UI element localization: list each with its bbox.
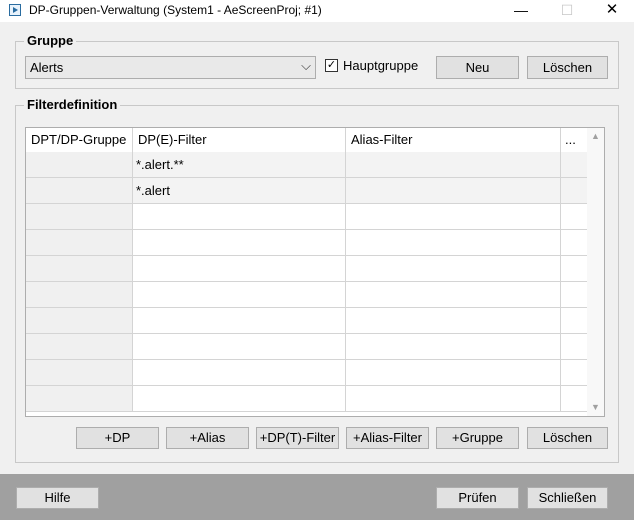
add-dpt-filter-button[interactable]: +DP(T)-Filter (256, 427, 339, 449)
table-row[interactable]: *.alert (26, 178, 587, 204)
column-header-alias-filter[interactable]: Alias-Filter (346, 128, 561, 152)
cell-more[interactable] (561, 360, 587, 385)
cell-alias-filter[interactable] (346, 152, 561, 177)
cell-dpe-filter[interactable] (133, 308, 346, 333)
cell-dpt-dp-gruppe[interactable] (26, 360, 133, 385)
cell-more[interactable] (561, 308, 587, 333)
scroll-down-icon[interactable]: ▼ (587, 399, 604, 416)
table-row[interactable] (26, 334, 587, 360)
hauptgruppe-checkbox[interactable]: ✓ (325, 59, 338, 72)
cell-dpe-filter[interactable]: *.alert.** (133, 152, 346, 177)
add-gruppe-button[interactable]: +Gruppe (436, 427, 519, 449)
cell-dpe-filter[interactable]: *.alert (133, 178, 346, 203)
pruefen-button[interactable]: Prüfen (436, 487, 519, 509)
cell-dpe-filter[interactable] (133, 360, 346, 385)
cell-alias-filter[interactable] (346, 386, 561, 411)
cell-dpe-filter[interactable] (133, 230, 346, 255)
cell-more[interactable] (561, 386, 587, 411)
cell-dpt-dp-gruppe[interactable] (26, 256, 133, 281)
column-header-dpt-dp-gruppe[interactable]: DPT/DP-Gruppe (26, 128, 133, 152)
scroll-up-icon[interactable]: ▲ (587, 128, 604, 145)
cell-dpt-dp-gruppe[interactable] (26, 204, 133, 229)
cell-dpe-filter[interactable] (133, 204, 346, 229)
cell-dpt-dp-gruppe[interactable] (26, 152, 133, 177)
cell-dpe-filter[interactable] (133, 256, 346, 281)
chevron-down-icon[interactable]: ⌵ (301, 58, 311, 74)
cell-more[interactable] (561, 230, 587, 255)
cell-dpt-dp-gruppe[interactable] (26, 308, 133, 333)
table-header: DPT/DP-Gruppe DP(E)-Filter Alias-Filter … (26, 128, 587, 153)
filter-table[interactable]: DPT/DP-Gruppe DP(E)-Filter Alias-Filter … (25, 127, 605, 417)
neu-button[interactable]: Neu (436, 56, 519, 79)
table-row[interactable] (26, 360, 587, 386)
app-icon (9, 4, 21, 16)
cell-dpe-filter[interactable] (133, 282, 346, 307)
table-row[interactable]: *.alert.** (26, 152, 587, 178)
cell-more[interactable] (561, 204, 587, 229)
table-row[interactable] (26, 308, 587, 334)
table-row[interactable] (26, 282, 587, 308)
cell-more[interactable] (561, 282, 587, 307)
window-title: DP-Gruppen-Verwaltung (System1 - AeScree… (29, 3, 322, 17)
schliessen-button[interactable]: Schließen (527, 487, 608, 509)
cell-dpt-dp-gruppe[interactable] (26, 230, 133, 255)
vertical-scrollbar[interactable]: ▲ ▼ (587, 128, 604, 416)
cell-alias-filter[interactable] (346, 256, 561, 281)
hilfe-button[interactable]: Hilfe (16, 487, 99, 509)
cell-alias-filter[interactable] (346, 308, 561, 333)
minimize-button[interactable]: — (498, 0, 544, 22)
maximize-button[interactable]: ☐ (544, 0, 590, 22)
cell-more[interactable] (561, 178, 587, 203)
table-row[interactable] (26, 256, 587, 282)
add-alias-button[interactable]: +Alias (166, 427, 249, 449)
hauptgruppe-label: Hauptgruppe (343, 58, 419, 73)
cell-alias-filter[interactable] (346, 230, 561, 255)
cell-dpe-filter[interactable] (133, 334, 346, 359)
table-row[interactable] (26, 230, 587, 256)
cell-more[interactable] (561, 334, 587, 359)
table-row[interactable] (26, 204, 587, 230)
cell-more[interactable] (561, 152, 587, 177)
footer-bar: Hilfe Prüfen Schließen (0, 474, 634, 520)
cell-dpe-filter[interactable] (133, 386, 346, 411)
column-header-more[interactable]: ... (561, 128, 587, 152)
cell-alias-filter[interactable] (346, 334, 561, 359)
close-button[interactable]: ✕ (589, 0, 634, 22)
cell-alias-filter[interactable] (346, 178, 561, 203)
column-header-dpe-filter[interactable]: DP(E)-Filter (133, 128, 346, 152)
cell-dpt-dp-gruppe[interactable] (26, 282, 133, 307)
cell-alias-filter[interactable] (346, 360, 561, 385)
gruppe-loeschen-button[interactable]: Löschen (527, 56, 608, 79)
cell-alias-filter[interactable] (346, 282, 561, 307)
gruppe-selected-value: Alerts (30, 60, 64, 75)
dialog-client-area: Gruppe Alerts ⌵ ✓ Hauptgruppe Neu Lösche… (0, 22, 634, 474)
filterdefinition-legend: Filterdefinition (24, 97, 121, 112)
cell-more[interactable] (561, 256, 587, 281)
add-dp-button[interactable]: +DP (76, 427, 159, 449)
cell-alias-filter[interactable] (346, 204, 561, 229)
cell-dpt-dp-gruppe[interactable] (26, 178, 133, 203)
gruppe-combobox[interactable]: Alerts ⌵ (25, 56, 316, 79)
title-bar: DP-Gruppen-Verwaltung (System1 - AeScree… (0, 0, 634, 22)
add-alias-filter-button[interactable]: +Alias-Filter (346, 427, 429, 449)
table-row[interactable] (26, 386, 587, 412)
cell-dpt-dp-gruppe[interactable] (26, 334, 133, 359)
cell-dpt-dp-gruppe[interactable] (26, 386, 133, 411)
filter-loeschen-button[interactable]: Löschen (527, 427, 608, 449)
gruppe-legend: Gruppe (24, 33, 77, 48)
